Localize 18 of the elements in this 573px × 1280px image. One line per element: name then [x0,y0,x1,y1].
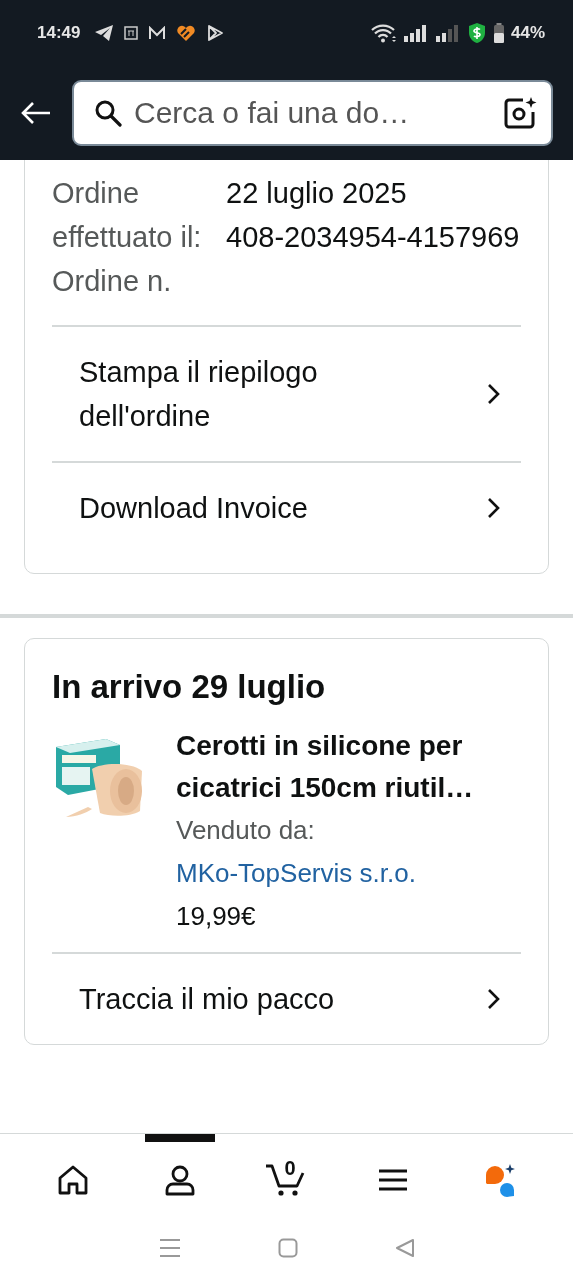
link-row[interactable]: Download Invoice [52,461,521,553]
order-value: 408-2034954-4157969 [226,220,521,255]
order-label: Ordine n. [52,264,173,299]
shipment-heading: In arrivo 29 luglio [52,667,327,707]
link-row[interactable]: Stampa il riepilogo dell'ordine [52,325,521,461]
status-time: 14:49 [37,23,81,43]
order-value: 22 luglio 2025 [226,176,408,211]
product-title[interactable]: Cerotti in silicone per cicatrici 150cm riutil… [176,725,521,809]
cart-count: 0 [284,1157,296,1180]
battery-percent: 44% [510,23,545,43]
seller-link[interactable]: MKo-TopServis s.r.o. [176,852,416,895]
nav-tab[interactable]: 0 [251,1134,322,1218]
order-label: Ordine effettuato il: [52,176,203,255]
product-price: 19,99€ [176,900,256,933]
seller-label: Venduto da: [176,814,315,847]
search-field[interactable]: Cerca o fai una do… [134,96,491,130]
search-bar[interactable]: Cerca o fai una do… [72,80,553,146]
link-row[interactable]: Traccia il mio pacco [52,952,521,1044]
